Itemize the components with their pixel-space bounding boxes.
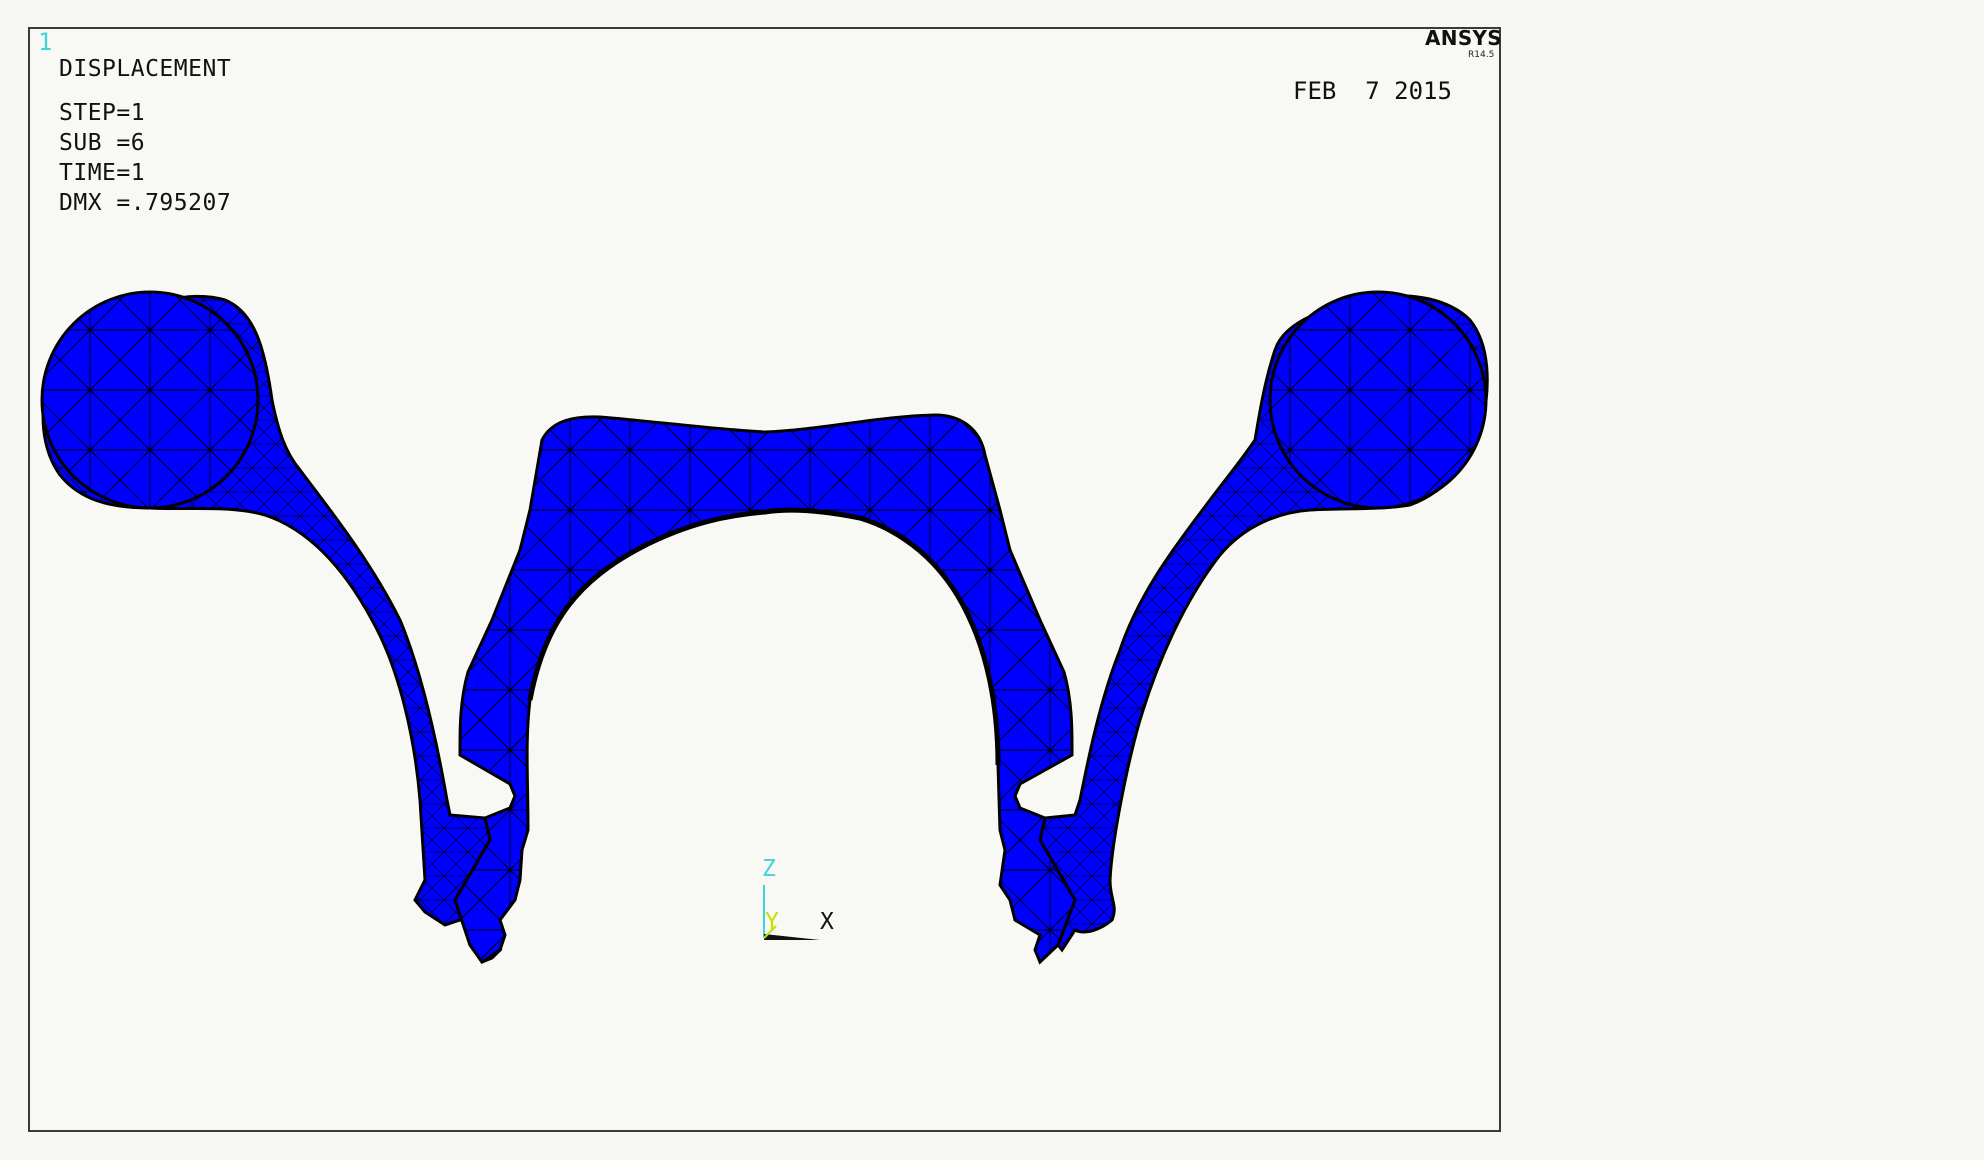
- left-arm: [40, 290, 503, 964]
- x-axis-label: X: [820, 909, 834, 935]
- model-viewport[interactable]: [0, 0, 1984, 1160]
- z-axis-label: Z: [762, 856, 776, 882]
- center-arch: [453, 413, 1077, 965]
- y-axis-label: Y: [765, 909, 779, 935]
- right-arm: [1038, 290, 1489, 953]
